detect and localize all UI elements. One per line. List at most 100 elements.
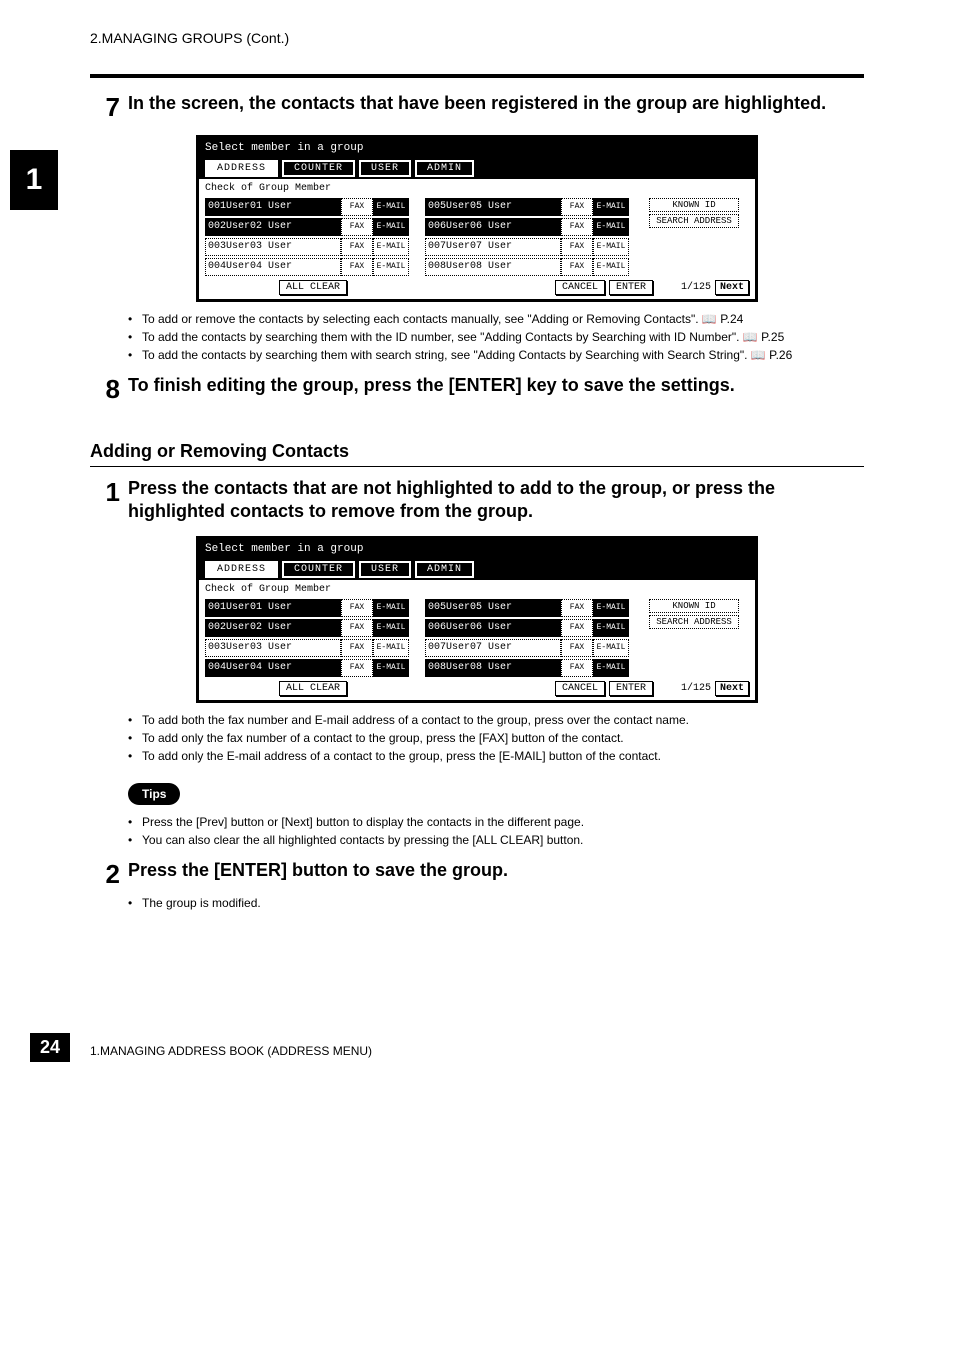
contact-name[interactable]: 007User07 User <box>425 238 561 256</box>
fax-button[interactable]: FAX <box>341 238 373 256</box>
contact-name[interactable]: 008User08 User <box>425 659 561 677</box>
all-clear-button[interactable]: ALL CLEAR <box>279 681 347 696</box>
tab-user[interactable]: USER <box>359 160 411 177</box>
substep2-bullets: •The group is modified. <box>128 894 864 912</box>
email-button[interactable]: E-MAIL <box>593 198 629 216</box>
divider <box>90 74 864 78</box>
fax-button[interactable]: FAX <box>561 238 593 256</box>
search-address-button[interactable]: SEARCH ADDRESS <box>649 214 739 228</box>
tab-admin[interactable]: ADMIN <box>415 160 474 177</box>
step7-bullets: •To add or remove the contacts by select… <box>128 310 864 364</box>
contacts-col-right: 005User05 UserFAXE-MAIL006User06 UserFAX… <box>425 198 645 278</box>
enter-button[interactable]: ENTER <box>609 280 653 295</box>
step-7: 7 In the screen, the contacts that have … <box>90 92 864 123</box>
step-number: 2 <box>90 859 128 890</box>
fax-button[interactable]: FAX <box>561 639 593 657</box>
substep-1: 1 Press the contacts that are not highli… <box>90 477 864 524</box>
email-button[interactable]: E-MAIL <box>373 258 409 276</box>
tab-user[interactable]: USER <box>359 561 411 578</box>
contact-row: 006User06 UserFAXE-MAIL <box>425 218 645 236</box>
email-button[interactable]: E-MAIL <box>593 238 629 256</box>
email-button[interactable]: E-MAIL <box>593 218 629 236</box>
screen-title: Select member in a group <box>197 537 757 561</box>
tab-address[interactable]: ADDRESS <box>205 160 278 177</box>
contact-name[interactable]: 007User07 User <box>425 639 561 657</box>
fax-button[interactable]: FAX <box>561 258 593 276</box>
email-button[interactable]: E-MAIL <box>373 599 409 617</box>
page-indicator: 1/125 <box>681 282 711 293</box>
contact-row: 001User01 UserFAXE-MAIL <box>205 198 425 216</box>
email-button[interactable]: E-MAIL <box>593 258 629 276</box>
contact-name[interactable]: 002User02 User <box>205 619 341 637</box>
page-footer: 24 1.MANAGING ADDRESS BOOK (ADDRESS MENU… <box>90 1032 864 1062</box>
step-text: Press the contacts that are not highligh… <box>128 477 864 524</box>
email-button[interactable]: E-MAIL <box>373 198 409 216</box>
contact-name[interactable]: 006User06 User <box>425 218 561 236</box>
email-button[interactable]: E-MAIL <box>373 619 409 637</box>
screen-subhead: Check of Group Member <box>199 582 755 599</box>
fax-button[interactable]: FAX <box>561 599 593 617</box>
email-button[interactable]: E-MAIL <box>593 599 629 617</box>
contact-row: 004User04 UserFAXE-MAIL <box>205 258 425 276</box>
known-id-button[interactable]: KNOWN ID <box>649 198 739 212</box>
contact-row: 002User02 UserFAXE-MAIL <box>205 218 425 236</box>
fax-button[interactable]: FAX <box>341 659 373 677</box>
contact-name[interactable]: 004User04 User <box>205 258 341 276</box>
bullet-text: To add only the fax number of a contact … <box>142 729 624 747</box>
contact-name[interactable]: 002User02 User <box>205 218 341 236</box>
tab-admin[interactable]: ADMIN <box>415 561 474 578</box>
email-button[interactable]: E-MAIL <box>593 639 629 657</box>
email-button[interactable]: E-MAIL <box>373 238 409 256</box>
known-id-button[interactable]: KNOWN ID <box>649 599 739 613</box>
contact-name[interactable]: 001User01 User <box>205 599 341 617</box>
contact-row: 002User02 UserFAXE-MAIL <box>205 619 425 637</box>
contact-name[interactable]: 004User04 User <box>205 659 341 677</box>
email-button[interactable]: E-MAIL <box>373 218 409 236</box>
step-number: 7 <box>90 92 128 123</box>
tab-address[interactable]: ADDRESS <box>205 561 278 578</box>
tips-bullets: •Press the [Prev] button or [Next] butto… <box>128 813 864 849</box>
contact-name[interactable]: 003User03 User <box>205 238 341 256</box>
contact-name[interactable]: 001User01 User <box>205 198 341 216</box>
fax-button[interactable]: FAX <box>341 619 373 637</box>
fax-button[interactable]: FAX <box>341 599 373 617</box>
cancel-button[interactable]: CANCEL <box>555 681 605 696</box>
fax-button[interactable]: FAX <box>341 198 373 216</box>
fax-button[interactable]: FAX <box>341 258 373 276</box>
next-button[interactable]: Next <box>715 280 749 295</box>
contact-name[interactable]: 006User06 User <box>425 619 561 637</box>
step-8: 8 To finish editing the group, press the… <box>90 374 864 405</box>
next-button[interactable]: Next <box>715 681 749 696</box>
email-button[interactable]: E-MAIL <box>593 619 629 637</box>
device-screen-1: Select member in a group ADDRESS COUNTER… <box>196 135 758 302</box>
chapter-tab: 1 <box>10 150 58 210</box>
fax-button[interactable]: FAX <box>341 218 373 236</box>
page-indicator: 1/125 <box>681 683 711 694</box>
device-screen-2: Select member in a group ADDRESS COUNTER… <box>196 536 758 703</box>
contact-name[interactable]: 005User05 User <box>425 599 561 617</box>
fax-button[interactable]: FAX <box>561 198 593 216</box>
fax-button[interactable]: FAX <box>561 619 593 637</box>
contact-row: 005User05 UserFAXE-MAIL <box>425 599 645 617</box>
contact-name[interactable]: 003User03 User <box>205 639 341 657</box>
contact-name[interactable]: 008User08 User <box>425 258 561 276</box>
bullet-text: Press the [Prev] button or [Next] button… <box>142 813 584 831</box>
fax-button[interactable]: FAX <box>561 218 593 236</box>
email-button[interactable]: E-MAIL <box>373 659 409 677</box>
tab-counter[interactable]: COUNTER <box>282 561 355 578</box>
tab-counter[interactable]: COUNTER <box>282 160 355 177</box>
fax-button[interactable]: FAX <box>341 639 373 657</box>
enter-button[interactable]: ENTER <box>609 681 653 696</box>
all-clear-button[interactable]: ALL CLEAR <box>279 280 347 295</box>
contact-name[interactable]: 005User05 User <box>425 198 561 216</box>
bullet-text: To add both the fax number and E-mail ad… <box>142 711 689 729</box>
cancel-button[interactable]: CANCEL <box>555 280 605 295</box>
fax-button[interactable]: FAX <box>561 659 593 677</box>
email-button[interactable]: E-MAIL <box>593 659 629 677</box>
step-text: In the screen, the contacts that have be… <box>128 92 826 123</box>
email-button[interactable]: E-MAIL <box>373 639 409 657</box>
step-number: 8 <box>90 374 128 405</box>
bullet-text: To add only the E-mail address of a cont… <box>142 747 661 765</box>
search-address-button[interactable]: SEARCH ADDRESS <box>649 615 739 629</box>
substep1-bullets: •To add both the fax number and E-mail a… <box>128 711 864 765</box>
